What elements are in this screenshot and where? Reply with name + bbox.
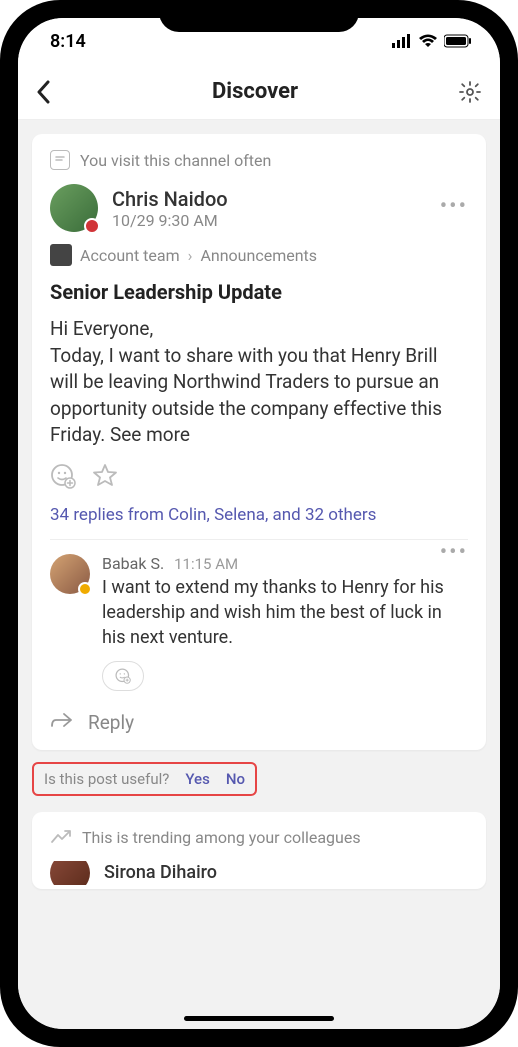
presence-away-icon <box>78 582 92 596</box>
post-more-button[interactable]: ••• <box>440 194 468 219</box>
feedback-no-button[interactable]: No <box>226 770 245 788</box>
reply-author-avatar[interactable] <box>50 554 90 594</box>
feedback-yes-button[interactable]: Yes <box>185 770 209 788</box>
chevron-right-icon: › <box>188 246 193 265</box>
reply-arrow-icon <box>50 712 74 732</box>
feedback-prompt: Is this post useful? Yes No <box>32 762 257 796</box>
channel-name: Announcements <box>200 246 317 265</box>
post-timestamp: 10/29 9:30 AM <box>112 211 228 230</box>
author-name[interactable]: Chris Naidoo <box>112 187 228 211</box>
page-title: Discover <box>212 79 298 104</box>
wifi-icon <box>418 34 438 48</box>
feedback-question: Is this post useful? <box>44 770 169 788</box>
feed-scroll[interactable]: You visit this channel often Chris Naido… <box>18 120 500 1029</box>
post-body-greeting: Hi Everyone, <box>50 317 153 340</box>
author-name[interactable]: Sirona Dihairo <box>104 862 217 883</box>
team-name: Account team <box>80 246 180 265</box>
presence-busy-icon <box>84 218 100 234</box>
back-button[interactable] <box>36 80 52 104</box>
channel-breadcrumb[interactable]: Account team › Announcements <box>50 244 468 266</box>
battery-icon <box>444 34 472 48</box>
reply-more-button[interactable]: ••• <box>440 540 468 565</box>
post-hint-text: This is trending among your colleagues <box>82 828 361 847</box>
post-hint: This is trending among your colleagues <box>50 828 468 847</box>
status-time: 8:14 <box>50 31 86 52</box>
see-more-link[interactable]: See more <box>110 423 190 446</box>
nav-bar: Discover <box>18 64 500 120</box>
author-avatar[interactable] <box>50 861 90 885</box>
post-hint: You visit this channel often <box>50 150 468 170</box>
team-icon <box>50 244 72 266</box>
trending-icon <box>50 829 72 845</box>
post-body-text: Today, I want to share with you that Hen… <box>50 344 442 447</box>
home-indicator[interactable] <box>184 1016 334 1021</box>
post-card: You visit this channel often Chris Naido… <box>32 134 486 750</box>
post-hint-text: You visit this channel often <box>80 151 271 170</box>
reply-button[interactable]: Reply <box>50 711 468 734</box>
settings-button[interactable] <box>458 80 482 104</box>
reply-author-name[interactable]: Babak S. <box>102 554 164 573</box>
replies-summary-link[interactable]: 34 replies from Colin, Selena, and 32 ot… <box>50 505 468 525</box>
channel-icon <box>50 150 70 170</box>
reply-label: Reply <box>88 711 134 734</box>
reply-add-reaction-button[interactable] <box>102 661 144 691</box>
reply-item: Babak S. 11:15 AM I want to extend my th… <box>50 539 468 691</box>
reply-text: I want to extend my thanks to Henry for … <box>102 575 468 651</box>
post-body: Hi Everyone, Today, I want to share with… <box>50 316 468 449</box>
cellular-icon <box>392 34 412 48</box>
post-title: Senior Leadership Update <box>50 280 468 304</box>
reply-timestamp: 11:15 AM <box>174 555 238 573</box>
add-reaction-button[interactable] <box>50 463 76 489</box>
save-button[interactable] <box>92 463 118 489</box>
author-avatar[interactable] <box>50 184 98 232</box>
post-card-next: This is trending among your colleagues S… <box>32 812 486 889</box>
